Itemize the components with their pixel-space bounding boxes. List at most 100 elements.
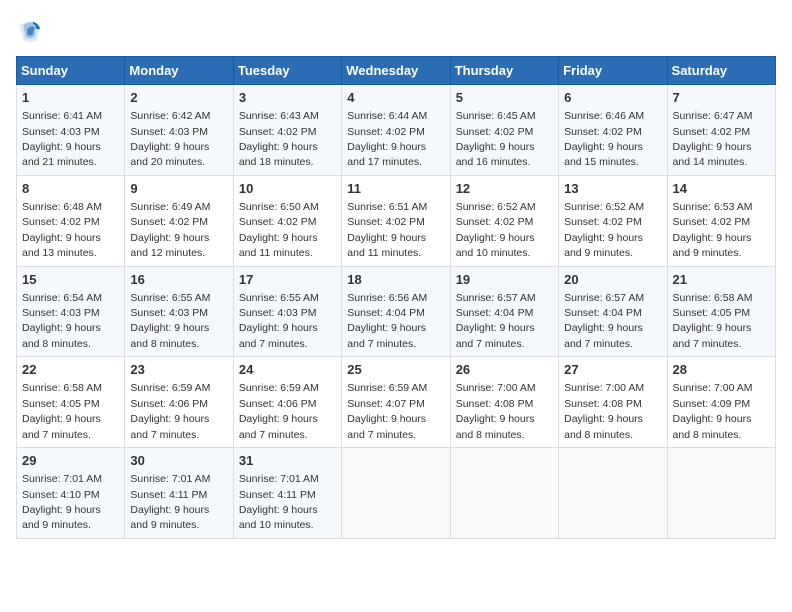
weekday-header: Monday: [125, 57, 233, 85]
day-number: 7: [673, 89, 770, 107]
day-info: Sunrise: 6:45 AMSunset: 4:02 PMDaylight:…: [456, 110, 536, 168]
day-number: 11: [347, 180, 444, 198]
day-number: 25: [347, 361, 444, 379]
day-number: 24: [239, 361, 336, 379]
day-number: 2: [130, 89, 227, 107]
calendar-cell: 10Sunrise: 6:50 AMSunset: 4:02 PMDayligh…: [233, 175, 341, 266]
calendar-cell: 24 Sunrise: 6:59 AMSunset: 4:06 PMDayligh…: [233, 357, 341, 448]
day-info: Sunrise: 6:43 AMSunset: 4:02 PMDaylight:…: [239, 110, 319, 168]
calendar-cell: 20Sunrise: 6:57 AMSunset: 4:04 PMDayligh…: [559, 266, 667, 357]
calendar-cell: 15 Sunrise: 6:54 AMSunset: 4:03 PMDayligh…: [17, 266, 125, 357]
day-number: 27: [564, 361, 661, 379]
day-info: Sunrise: 6:48 AMSunset: 4:02 PMDaylight:…: [22, 201, 102, 259]
calendar-cell: 22 Sunrise: 6:58 AMSunset: 4:05 PMDayligh…: [17, 357, 125, 448]
calendar-body: 1 Sunrise: 6:41 AMSunset: 4:03 PMDaylight…: [17, 85, 776, 539]
calendar-cell: 27 Sunrise: 7:00 AMSunset: 4:08 PMDayligh…: [559, 357, 667, 448]
calendar-cell: 1 Sunrise: 6:41 AMSunset: 4:03 PMDaylight…: [17, 85, 125, 176]
day-info: Sunrise: 6:59 AMSunset: 4:06 PMDaylight:…: [130, 382, 210, 440]
day-info: Sunrise: 6:58 AMSunset: 4:05 PMDaylight:…: [673, 292, 753, 350]
weekday-header: Saturday: [667, 57, 775, 85]
calendar-table: SundayMondayTuesdayWednesdayThursdayFrid…: [16, 56, 776, 539]
day-info: Sunrise: 7:00 AMSunset: 4:08 PMDaylight:…: [456, 382, 536, 440]
calendar-cell: 25 Sunrise: 6:59 AMSunset: 4:07 PMDayligh…: [342, 357, 450, 448]
day-info: Sunrise: 6:55 AMSunset: 4:03 PMDaylight:…: [239, 292, 319, 350]
day-info: Sunrise: 6:59 AMSunset: 4:06 PMDaylight:…: [239, 382, 319, 440]
day-info: Sunrise: 7:00 AMSunset: 4:09 PMDaylight:…: [673, 382, 753, 440]
calendar-cell: 14Sunrise: 6:53 AMSunset: 4:02 PMDayligh…: [667, 175, 775, 266]
calendar-cell: 21 Sunrise: 6:58 AMSunset: 4:05 PMDayligh…: [667, 266, 775, 357]
weekday-header: Wednesday: [342, 57, 450, 85]
day-info: Sunrise: 6:44 AMSunset: 4:02 PMDaylight:…: [347, 110, 427, 168]
day-number: 6: [564, 89, 661, 107]
day-number: 9: [130, 180, 227, 198]
calendar-cell: 28 Sunrise: 7:00 AMSunset: 4:09 PMDayligh…: [667, 357, 775, 448]
day-number: 26: [456, 361, 553, 379]
day-number: 22: [22, 361, 119, 379]
day-number: 19: [456, 271, 553, 289]
day-info: Sunrise: 6:52 AMSunset: 4:02 PMDaylight:…: [456, 201, 536, 259]
calendar-cell: 17 Sunrise: 6:55 AMSunset: 4:03 PMDayligh…: [233, 266, 341, 357]
day-number: 1: [22, 89, 119, 107]
calendar-cell: 8 Sunrise: 6:48 AMSunset: 4:02 PMDaylight…: [17, 175, 125, 266]
calendar-week-row: 8 Sunrise: 6:48 AMSunset: 4:02 PMDaylight…: [17, 175, 776, 266]
day-info: Sunrise: 6:57 AMSunset: 4:04 PMDaylight:…: [564, 292, 644, 350]
day-info: Sunrise: 7:01 AMSunset: 4:10 PMDaylight:…: [22, 473, 102, 531]
weekday-header: Tuesday: [233, 57, 341, 85]
day-info: Sunrise: 6:58 AMSunset: 4:05 PMDaylight:…: [22, 382, 102, 440]
calendar-cell: [342, 448, 450, 539]
calendar-week-row: 29 Sunrise: 7:01 AMSunset: 4:10 PMDayligh…: [17, 448, 776, 539]
day-number: 21: [673, 271, 770, 289]
calendar-cell: 2 Sunrise: 6:42 AMSunset: 4:03 PMDaylight…: [125, 85, 233, 176]
calendar-cell: 9 Sunrise: 6:49 AMSunset: 4:02 PMDaylight…: [125, 175, 233, 266]
day-number: 17: [239, 271, 336, 289]
calendar-cell: 26 Sunrise: 7:00 AMSunset: 4:08 PMDayligh…: [450, 357, 558, 448]
day-info: Sunrise: 6:52 AMSunset: 4:02 PMDaylight:…: [564, 201, 644, 259]
calendar-week-row: 15 Sunrise: 6:54 AMSunset: 4:03 PMDayligh…: [17, 266, 776, 357]
page-header: [16, 16, 776, 44]
day-info: Sunrise: 6:51 AMSunset: 4:02 PMDaylight:…: [347, 201, 427, 259]
day-info: Sunrise: 6:42 AMSunset: 4:03 PMDaylight:…: [130, 110, 210, 168]
day-number: 28: [673, 361, 770, 379]
calendar-cell: 23 Sunrise: 6:59 AMSunset: 4:06 PMDayligh…: [125, 357, 233, 448]
day-number: 5: [456, 89, 553, 107]
day-number: 16: [130, 271, 227, 289]
day-number: 10: [239, 180, 336, 198]
calendar-cell: 5 Sunrise: 6:45 AMSunset: 4:02 PMDaylight…: [450, 85, 558, 176]
calendar-cell: 6 Sunrise: 6:46 AMSunset: 4:02 PMDaylight…: [559, 85, 667, 176]
calendar-cell: 4Sunrise: 6:44 AMSunset: 4:02 PMDaylight…: [342, 85, 450, 176]
weekday-header: Friday: [559, 57, 667, 85]
day-info: Sunrise: 6:46 AMSunset: 4:02 PMDaylight:…: [564, 110, 644, 168]
calendar-cell: 11 Sunrise: 6:51 AMSunset: 4:02 PMDayligh…: [342, 175, 450, 266]
day-number: 8: [22, 180, 119, 198]
day-number: 29: [22, 452, 119, 470]
day-number: 12: [456, 180, 553, 198]
day-number: 31: [239, 452, 336, 470]
calendar-week-row: 22 Sunrise: 6:58 AMSunset: 4:05 PMDayligh…: [17, 357, 776, 448]
calendar-cell: 29 Sunrise: 7:01 AMSunset: 4:10 PMDayligh…: [17, 448, 125, 539]
day-info: Sunrise: 6:54 AMSunset: 4:03 PMDaylight:…: [22, 292, 102, 350]
day-number: 13: [564, 180, 661, 198]
logo-icon: [16, 16, 44, 44]
calendar-cell: 12 Sunrise: 6:52 AMSunset: 4:02 PMDayligh…: [450, 175, 558, 266]
day-info: Sunrise: 6:59 AMSunset: 4:07 PMDaylight:…: [347, 382, 427, 440]
day-number: 15: [22, 271, 119, 289]
calendar-cell: 16 Sunrise: 6:55 AMSunset: 4:03 PMDayligh…: [125, 266, 233, 357]
calendar-cell: 13 Sunrise: 6:52 AMSunset: 4:02 PMDayligh…: [559, 175, 667, 266]
calendar-cell: 31 Sunrise: 7:01 AMSunset: 4:11 PMDayligh…: [233, 448, 341, 539]
day-number: 18: [347, 271, 444, 289]
day-info: Sunrise: 7:01 AMSunset: 4:11 PMDaylight:…: [130, 473, 210, 531]
day-info: Sunrise: 6:41 AMSunset: 4:03 PMDaylight:…: [22, 110, 102, 168]
calendar-cell: 3Sunrise: 6:43 AMSunset: 4:02 PMDaylight…: [233, 85, 341, 176]
calendar-cell: 19Sunrise: 6:57 AMSunset: 4:04 PMDayligh…: [450, 266, 558, 357]
day-info: Sunrise: 6:49 AMSunset: 4:02 PMDaylight:…: [130, 201, 210, 259]
day-info: Sunrise: 6:55 AMSunset: 4:03 PMDaylight:…: [130, 292, 210, 350]
weekday-header: Thursday: [450, 57, 558, 85]
day-info: Sunrise: 6:47 AMSunset: 4:02 PMDaylight:…: [673, 110, 753, 168]
day-info: Sunrise: 6:56 AMSunset: 4:04 PMDaylight:…: [347, 292, 427, 350]
calendar-cell: 18 Sunrise: 6:56 AMSunset: 4:04 PMDayligh…: [342, 266, 450, 357]
day-info: Sunrise: 7:01 AMSunset: 4:11 PMDaylight:…: [239, 473, 319, 531]
day-info: Sunrise: 7:00 AMSunset: 4:08 PMDaylight:…: [564, 382, 644, 440]
day-info: Sunrise: 6:53 AMSunset: 4:02 PMDaylight:…: [673, 201, 753, 259]
logo: [16, 16, 48, 44]
day-number: 23: [130, 361, 227, 379]
